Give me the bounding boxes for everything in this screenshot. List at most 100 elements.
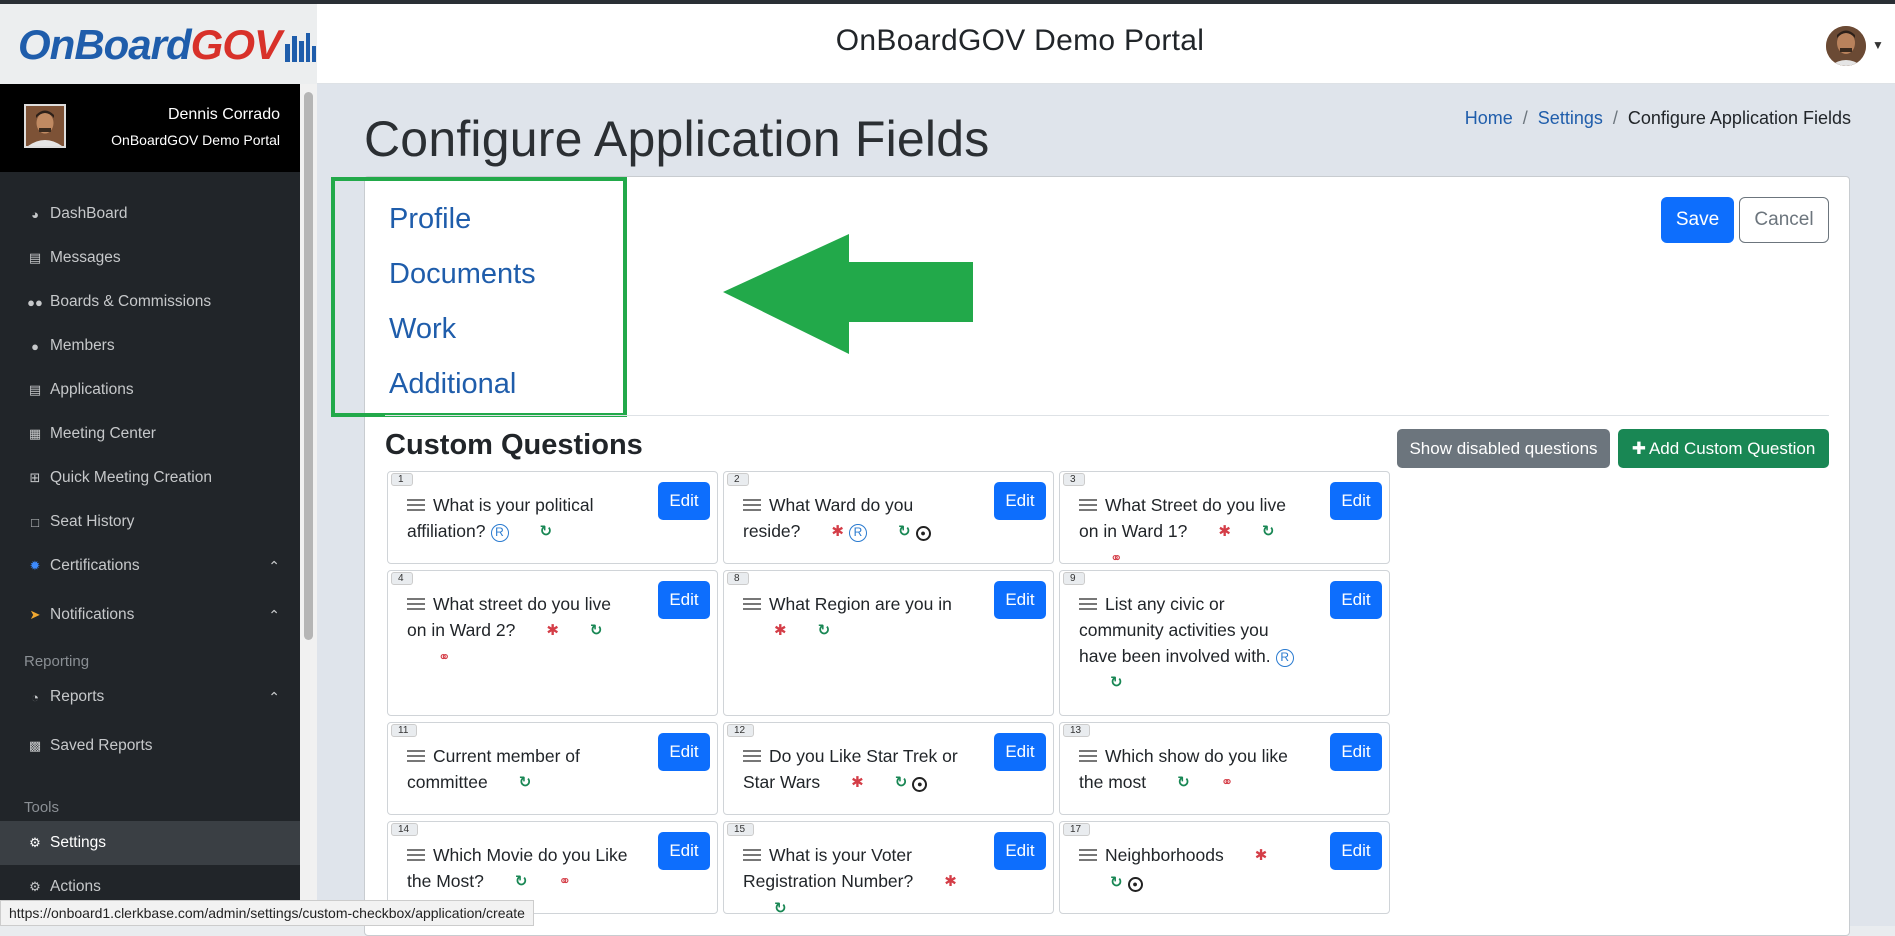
question-text-block: Do you Like Star Trek or Star Wars ✱ ↻ ●: [743, 743, 968, 796]
sidebar-item-applications[interactable]: ▤ Applications: [0, 370, 300, 410]
registered-icon: R: [1275, 649, 1294, 667]
tab-work[interactable]: Work: [389, 313, 456, 346]
registered-icon: R: [490, 524, 509, 542]
question-text-block: What street do you live on in Ward 2? ✱ ↻⚭: [407, 591, 632, 671]
question-number: 15: [727, 823, 755, 836]
chevron-down-icon[interactable]: ▼: [1872, 38, 1884, 52]
question-number: 12: [727, 724, 755, 737]
breadcrumb-settings-link[interactable]: Settings: [1538, 108, 1603, 129]
sidebar-item-reports[interactable]: ◔ Reports ⌃: [0, 677, 300, 717]
link-icon: ⚭: [1220, 774, 1234, 791]
question-card[interactable]: 17 Neighborhoods ✱ ↻ ● Edit: [1059, 821, 1390, 914]
sidebar-item-meeting-center[interactable]: ▦ Meeting Center: [0, 414, 300, 454]
sync-icon: ↻: [817, 622, 831, 639]
inbox-icon: ▤: [28, 250, 42, 265]
chevron-up-icon: ⌃: [268, 557, 280, 574]
edit-question-button[interactable]: Edit: [1330, 581, 1382, 619]
question-number: 17: [1063, 823, 1091, 836]
question-text-block: What Street do you live on in Ward 1? ✱ ↻⚭: [1079, 492, 1304, 572]
question-text-block: Neighborhoods ✱ ↻ ●: [1079, 842, 1304, 896]
tab-documents[interactable]: Documents: [389, 258, 536, 291]
user-avatar[interactable]: [1826, 26, 1866, 66]
question-text: List any civic or community activities y…: [1079, 594, 1271, 666]
save-button[interactable]: Save: [1661, 197, 1734, 243]
main-content: Configure Application Fields Home / Sett…: [317, 84, 1895, 936]
sidebar-scrollbar-thumb[interactable]: [304, 92, 313, 640]
left-arrow-annotation: [723, 234, 973, 354]
breadcrumb-home-link[interactable]: Home: [1465, 108, 1513, 129]
sidebar-item-label: Members: [50, 337, 115, 354]
edit-question-button[interactable]: Edit: [994, 482, 1046, 520]
sidebar-item-saved-reports[interactable]: ▩ Saved Reports: [0, 726, 300, 766]
tab-profile[interactable]: Profile: [389, 203, 471, 236]
chevron-up-icon: ⌃: [268, 688, 280, 705]
question-text-block: What Region are you in ✱ ↻: [743, 591, 968, 644]
sidebar-item-seat-history[interactable]: □ Seat History: [0, 502, 300, 542]
question-text: What is your Voter Registration Number?: [743, 845, 914, 891]
status-bar-url: https://onboard1.clerkbase.com/admin/set…: [0, 900, 534, 926]
question-card[interactable]: 3 What Street do you live on in Ward 1? ✱ ↻…: [1059, 471, 1390, 567]
add-custom-question-button[interactable]: ✚ Add Custom Question: [1618, 429, 1829, 468]
edit-question-button[interactable]: Edit: [1330, 482, 1382, 520]
sidebar-item-label: Actions: [50, 878, 101, 895]
question-text-block: List any civic or community activities y…: [1079, 591, 1304, 696]
edit-question-button[interactable]: Edit: [658, 733, 710, 771]
plus-icon: ✚: [1631, 438, 1646, 458]
question-text-block: What is your political affiliation? R ↻: [407, 492, 632, 545]
sidebar-scrollbar[interactable]: [300, 84, 317, 926]
sidebar-item-certifications[interactable]: ✹ Certifications ⌃: [0, 546, 300, 586]
user-photo: [24, 104, 66, 148]
question-number: 3: [1063, 473, 1085, 486]
cancel-button[interactable]: Cancel: [1739, 197, 1829, 243]
question-number: 9: [1063, 572, 1085, 585]
tab-additional[interactable]: Additional: [389, 368, 516, 401]
sidebar-item-settings[interactable]: ⚙ Settings: [0, 821, 300, 865]
edit-question-button[interactable]: Edit: [994, 581, 1046, 619]
sidebar-item-label: Saved Reports: [50, 737, 153, 754]
sidebar-item-dashboard[interactable]: ◕ DashBoard: [0, 194, 300, 234]
sidebar-item-boards-commissions[interactable]: ●● Boards & Commissions: [0, 282, 300, 322]
target-icon: ●: [1127, 877, 1143, 892]
question-card[interactable]: 4 What street do you live on in Ward 2? ✱ ↻…: [387, 570, 718, 716]
user-profile-block: Dennis Corrado OnBoardGOV Demo Portal: [0, 84, 300, 172]
pie-chart-icon: ◔: [31, 689, 39, 705]
edit-question-button[interactable]: Edit: [658, 482, 710, 520]
question-card[interactable]: 2 What Ward do you reside? ✱ R ↻ ● Edit: [723, 471, 1054, 564]
sync-icon: ↻: [514, 873, 528, 890]
question-number: 14: [391, 823, 419, 836]
required-asterisk-icon: ✱: [1218, 523, 1231, 540]
section-heading-reporting: Reporting: [24, 653, 90, 670]
sidebar-item-members[interactable]: ● Members: [0, 326, 300, 366]
sync-icon: ↻: [539, 523, 553, 540]
show-disabled-questions-button[interactable]: Show disabled questions: [1397, 429, 1610, 468]
edit-question-button[interactable]: Edit: [994, 733, 1046, 771]
sidebar-item-label: Notifications: [50, 606, 135, 623]
edit-question-button[interactable]: Edit: [994, 832, 1046, 870]
sync-icon: ↻: [894, 774, 908, 791]
question-card[interactable]: 8 What Region are you in ✱ ↻ Edit: [723, 570, 1054, 716]
sidebar-item-label: Seat History: [50, 513, 135, 530]
question-number: 2: [727, 473, 749, 486]
sync-icon: ↻: [518, 774, 532, 791]
question-number: 13: [1063, 724, 1091, 737]
gears-icon: ⚙: [29, 879, 41, 894]
required-asterisk-icon: ✱: [944, 873, 957, 890]
edit-question-button[interactable]: Edit: [658, 581, 710, 619]
question-card[interactable]: 13 Which show do you like the most ↻ ⚭ Edit: [1059, 722, 1390, 815]
sync-icon: ↻: [774, 900, 787, 917]
question-card[interactable]: 11 Current member of committee ↻ Edit: [387, 722, 718, 815]
question-card[interactable]: 12 Do you Like Star Trek or Star Wars ✱ ↻ ● E…: [723, 722, 1054, 815]
question-card[interactable]: 9 List any civic or community activities …: [1059, 570, 1390, 716]
calendar-plus-icon: ⊞: [29, 470, 41, 485]
sidebar-item-messages[interactable]: ▤ Messages: [0, 238, 300, 278]
edit-question-button[interactable]: Edit: [658, 832, 710, 870]
question-card[interactable]: 1 What is your political affiliation? R ↻ Ed…: [387, 471, 718, 564]
edit-question-button[interactable]: Edit: [1330, 832, 1382, 870]
edit-question-button[interactable]: Edit: [1330, 733, 1382, 771]
sidebar-item-label: DashBoard: [50, 205, 128, 222]
sidebar-item-quick-meeting-creation[interactable]: ⊞ Quick Meeting Creation: [0, 458, 300, 498]
question-text-block: What is your Voter Registration Number? ✱…: [743, 842, 968, 922]
required-asterisk-icon: ✱: [774, 622, 787, 639]
question-card[interactable]: 15 What is your Voter Registration Number…: [723, 821, 1054, 917]
sidebar-item-notifications[interactable]: ➤ Notifications ⌃: [0, 595, 300, 635]
